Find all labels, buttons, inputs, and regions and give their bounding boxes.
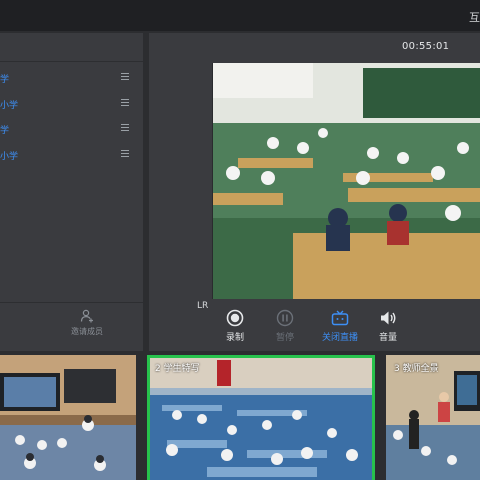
pause-label: 暂停 — [275, 333, 294, 343]
school-item-label: 学 — [0, 126, 10, 136]
top-bar: 互 — [0, 0, 480, 31]
live-timer: 00:55:01 — [402, 41, 450, 52]
camera-thumbnail-student-closeup[interactable]: 2 学生特写 — [147, 355, 375, 480]
camera-thumbnail[interactable] — [0, 355, 136, 480]
school-item-label: 学 — [0, 75, 10, 85]
invite-member-button[interactable]: 邀请成员 — [64, 309, 110, 343]
main-video-panel: 00:55:01 LR 录制 暂停 关闭直播 音量 — [149, 33, 480, 351]
invite-member-label: 邀请成员 — [71, 327, 103, 336]
school-list-header — [0, 33, 143, 62]
menu-icon[interactable] — [121, 73, 129, 80]
school-item-label: 小学 — [0, 101, 19, 111]
camera-feed — [0, 355, 136, 480]
school-item[interactable]: 小学 — [0, 146, 143, 166]
school-list-panel: 学 小学 学 小学 邀请成员 — [0, 33, 143, 351]
school-item[interactable]: 学 — [0, 69, 143, 89]
volume-label: 音量 — [378, 333, 397, 343]
record-icon — [226, 309, 244, 327]
school-item[interactable]: 学 — [0, 120, 143, 140]
record-label: 录制 — [225, 333, 244, 343]
tv-live-icon — [331, 310, 349, 326]
pause-icon — [276, 309, 294, 327]
main-video-feed — [213, 63, 480, 299]
camera-thumbnail-label: 3 教师全景 — [394, 364, 439, 374]
add-user-icon — [80, 309, 93, 323]
camera-thumbnail-label: 2 学生特写 — [155, 364, 200, 374]
stop-live-button[interactable]: 关闭直播 — [317, 305, 363, 343]
live-controls: 录制 暂停 关闭直播 音量 — [213, 305, 480, 351]
school-item[interactable]: 小学 — [0, 95, 143, 115]
menu-icon[interactable] — [121, 124, 129, 131]
record-button[interactable]: 录制 — [215, 305, 255, 343]
left-footer: 邀请成员 — [0, 302, 143, 351]
camera-thumbnail-teacher-wide[interactable]: 3 教师全景 — [386, 355, 480, 480]
menu-icon[interactable] — [121, 99, 129, 106]
menu-icon[interactable] — [121, 150, 129, 157]
volume-button[interactable]: 音量 — [368, 305, 408, 343]
speaker-icon — [381, 311, 396, 325]
stop-live-label: 关闭直播 — [321, 333, 358, 343]
school-item-label: 小学 — [0, 152, 19, 162]
pause-button[interactable]: 暂停 — [265, 305, 305, 343]
audio-channel-label: LR — [197, 301, 209, 311]
app-title: 互 — [469, 11, 480, 24]
